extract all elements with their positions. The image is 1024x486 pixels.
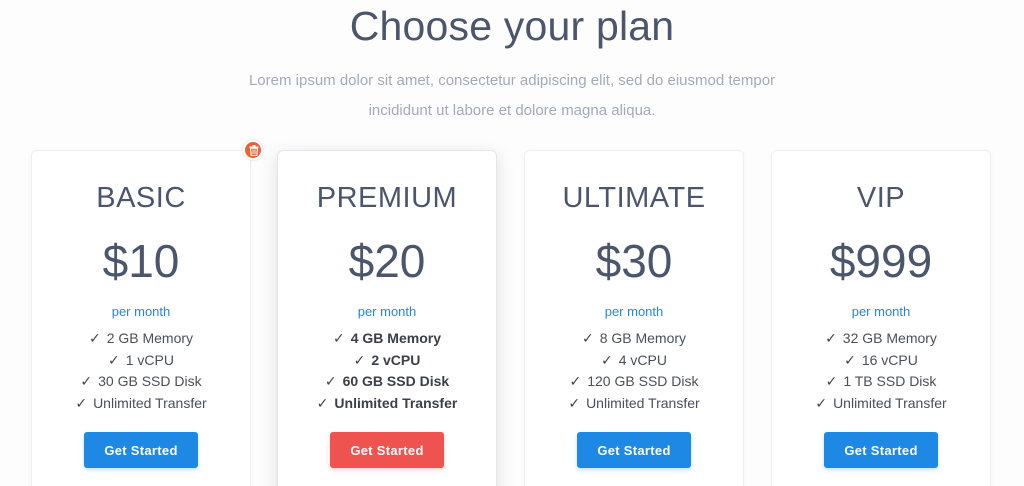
plan-card-premium: PREMIUM $20 per month ✓ 4 GB Memory ✓ 2 vC…: [277, 150, 497, 486]
feature-item: ✓ Unlimited Transfer: [525, 393, 743, 415]
pricing-page: Choose your plan Lorem ipsum dolor sit a…: [0, 0, 1024, 486]
feature-item: ✓ Unlimited Transfer: [32, 393, 250, 415]
plan-period: per month: [357, 304, 417, 319]
get-started-button-basic[interactable]: Get Started: [84, 432, 198, 468]
get-started-button-ultimate[interactable]: Get Started: [577, 432, 691, 468]
plan-price: $30: [595, 235, 673, 287]
check-icon: ✓: [316, 395, 329, 412]
plan-features: ✓ 2 GB Memory ✓ 1 vCPU ✓ 30 GB SSD Disk ✓ Un…: [32, 328, 250, 415]
plan-price: $20: [348, 235, 426, 287]
plan-period: per month: [851, 304, 911, 319]
feature-item: ✓ 4 GB Memory: [278, 328, 496, 350]
feature-item: ✓ 1 TB SSD Disk: [772, 371, 990, 393]
check-icon: ✓: [844, 351, 856, 368]
plan-card-ultimate: ULTIMATE $30 per month ✓ 8 GB Memory ✓ 4 v…: [524, 150, 744, 486]
check-icon: ✓: [75, 395, 88, 412]
plan-period: per month: [604, 304, 664, 319]
check-icon: ✓: [815, 395, 828, 412]
page-subtitle: Lorem ipsum dolor sit amet, consectetur …: [248, 72, 776, 119]
check-icon: ✓: [581, 330, 594, 346]
feature-item: ✓ 60 GB SSD Disk: [278, 371, 496, 393]
plan-name: ULTIMATE: [562, 182, 706, 214]
plan-name: VIP: [856, 182, 906, 214]
feature-item: ✓ 8 GB Memory: [525, 328, 743, 350]
feature-item: ✓ 2 GB Memory: [32, 328, 250, 350]
check-icon: ✓: [569, 373, 582, 390]
check-icon: ✓: [324, 373, 337, 390]
feature-item: ✓ 30 GB SSD Disk: [32, 371, 250, 393]
feature-item: ✓ 120 GB SSD Disk: [525, 371, 743, 393]
feature-item: ✓ Unlimited Transfer: [278, 393, 496, 415]
check-icon: ✓: [601, 351, 613, 368]
plan-features: ✓ 4 GB Memory ✓ 2 vCPU ✓ 60 GB SSD Disk ✓ Un…: [278, 328, 496, 415]
feature-item: ✓ 32 GB Memory: [772, 328, 990, 350]
plan-card-basic: BASIC $10 per month ✓ 2 GB Memory ✓ 1 vCPU…: [31, 150, 251, 486]
check-icon: ✓: [333, 330, 345, 346]
trash-icon-glyph: [249, 145, 259, 156]
check-icon: ✓: [353, 351, 366, 368]
feature-item: ✓ 4 vCPU: [525, 350, 743, 372]
get-started-button-premium[interactable]: Get Started: [330, 432, 444, 468]
plan-card-vip: VIP $999 per month ✓ 32 GB Memory ✓ 16 vCP…: [771, 150, 991, 486]
feature-item: ✓ 16 vCPU: [772, 350, 990, 372]
feature-item: ✓ Unlimited Transfer: [772, 393, 990, 415]
feature-item: ✓ 2 vCPU: [278, 350, 496, 372]
check-icon: ✓: [88, 330, 101, 346]
check-icon: ✓: [825, 373, 838, 390]
plan-price: $10: [102, 235, 180, 287]
page-title: Choose your plan: [349, 3, 675, 49]
plan-features: ✓ 8 GB Memory ✓ 4 vCPU ✓ 120 GB SSD Disk ✓ U…: [525, 328, 743, 415]
plan-price: $999: [829, 235, 933, 287]
plan-name: PREMIUM: [316, 182, 458, 214]
check-icon: ✓: [568, 395, 581, 412]
check-icon: ✓: [825, 330, 837, 346]
feature-item: ✓ 1 vCPU: [32, 350, 250, 372]
check-icon: ✓: [80, 373, 93, 390]
plan-features: ✓ 32 GB Memory ✓ 16 vCPU ✓ 1 TB SSD Disk ✓ U…: [772, 328, 990, 415]
get-started-button-vip[interactable]: Get Started: [824, 432, 938, 468]
trash-icon[interactable]: [243, 140, 263, 160]
plan-period: per month: [111, 304, 171, 319]
plan-name: BASIC: [96, 182, 186, 214]
check-icon: ✓: [108, 351, 120, 368]
